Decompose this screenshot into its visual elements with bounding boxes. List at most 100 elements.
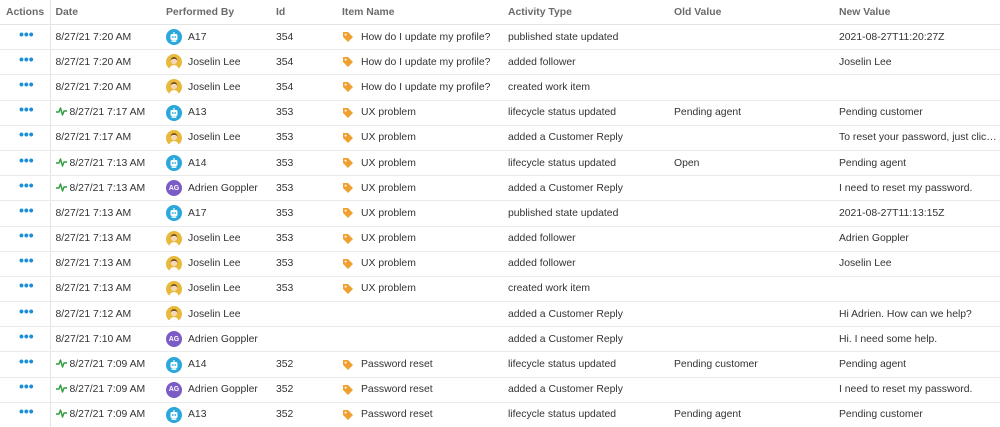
cell-date: 8/27/21 7:17 AM: [50, 125, 161, 151]
cell-activity-type: published state updated: [503, 24, 669, 51]
table-row[interactable]: ••• 8/27/21 7:13 AM A17 353 UX problem publis…: [0, 200, 1000, 227]
performer[interactable]: A17: [166, 205, 271, 222]
more-actions-icon[interactable]: •••: [19, 304, 34, 318]
table-row[interactable]: ••• 8/27/21 7:20 AM Joselin Lee 354 How do I…: [0, 74, 1000, 101]
work-item-link[interactable]: UX problem: [342, 107, 503, 119]
table-row[interactable]: ••• 8/27/21 7:17 AM A13 353 UX problem lifecy…: [0, 100, 1000, 126]
table-row[interactable]: ••• 8/27/21 7:13 AM AG Adrien Goppler 353 UX …: [0, 175, 1000, 202]
more-actions-icon[interactable]: •••: [19, 253, 34, 267]
more-actions-icon[interactable]: •••: [19, 153, 34, 167]
column-header-new-value[interactable]: New Value: [834, 0, 1000, 25]
work-item-link[interactable]: UX problem: [342, 233, 503, 245]
work-item-link[interactable]: UX problem: [342, 182, 503, 194]
performer-name: A17: [188, 31, 207, 43]
cell-new-value: Adrien Goppler: [834, 226, 1000, 252]
performer-name: Joselin Lee: [188, 308, 241, 320]
table-row[interactable]: ••• 8/27/21 7:20 AM Joselin Lee 354 How do I…: [0, 49, 1000, 76]
performer[interactable]: A14: [166, 155, 271, 172]
table-row[interactable]: ••• 8/27/21 7:10 AM AG Adrien Goppler added …: [0, 326, 1000, 353]
column-header-id[interactable]: Id: [271, 0, 337, 25]
date-text: 8/27/21 7:13 AM: [55, 283, 132, 295]
more-actions-icon[interactable]: •••: [19, 52, 34, 66]
table-row[interactable]: ••• 8/27/21 7:09 AM A13 352 Password reset li…: [0, 402, 1000, 427]
cell-performed-by: A13: [161, 100, 271, 126]
table-row[interactable]: ••• 8/27/21 7:13 AM Joselin Lee 353 UX probl…: [0, 226, 1000, 252]
work-item-link[interactable]: Password reset: [342, 409, 503, 421]
more-actions-icon[interactable]: •••: [19, 102, 34, 116]
cell-actions: •••: [0, 402, 51, 427]
table-row[interactable]: ••• 8/27/21 7:20 AM A17 354 How do I update …: [0, 24, 1000, 51]
performer[interactable]: A14: [166, 356, 271, 373]
work-item-link[interactable]: UX problem: [342, 132, 503, 144]
more-actions-icon[interactable]: •••: [19, 77, 34, 91]
cell-date: 8/27/21 7:10 AM: [50, 326, 161, 353]
performer[interactable]: Joselin Lee: [166, 280, 271, 297]
performer[interactable]: Joselin Lee: [166, 255, 271, 272]
table-row[interactable]: ••• 8/27/21 7:13 AM Joselin Lee 353 UX probl…: [0, 276, 1000, 303]
cell-performed-by: Joselin Lee: [161, 251, 271, 277]
more-actions-icon[interactable]: •••: [19, 379, 34, 393]
more-actions-icon[interactable]: •••: [19, 354, 34, 368]
cell-activity-type: added follower: [503, 226, 669, 252]
performer[interactable]: AG Adrien Goppler: [166, 331, 271, 348]
column-header-old-value[interactable]: Old Value: [669, 0, 834, 25]
more-actions-icon[interactable]: •••: [19, 278, 34, 292]
table-row[interactable]: ••• 8/27/21 7:17 AM Joselin Lee 353 UX probl…: [0, 125, 1000, 151]
work-item-link[interactable]: UX problem: [342, 258, 503, 270]
cell-new-value: Pending customer: [839, 409, 923, 421]
performer[interactable]: A13: [166, 406, 271, 423]
table-row[interactable]: ••• 8/27/21 7:13 AM A14 353 UX problem lifecy…: [0, 150, 1000, 177]
more-actions-icon[interactable]: •••: [19, 27, 34, 41]
date-text: 8/27/21 7:13 AM: [55, 258, 132, 270]
work-item-link[interactable]: UX problem: [342, 157, 503, 169]
cell-actions: •••: [0, 74, 51, 101]
work-item-link[interactable]: How do I update my profile?: [342, 81, 503, 93]
cell-activity-type: created work item: [503, 276, 669, 303]
performer[interactable]: AG Adrien Goppler: [166, 180, 271, 197]
work-item-link[interactable]: Password reset: [342, 384, 503, 396]
date-text: 8/27/21 7:17 AM: [69, 107, 146, 119]
cell-old-value: Pending agent: [669, 100, 834, 126]
more-actions-icon[interactable]: •••: [19, 329, 34, 343]
performer[interactable]: Joselin Lee: [166, 129, 271, 146]
performer[interactable]: Joselin Lee: [166, 79, 271, 96]
column-header-performed-by[interactable]: Performed By: [161, 0, 271, 25]
work-item-link[interactable]: Password reset: [342, 359, 503, 371]
performer[interactable]: Joselin Lee: [166, 306, 271, 323]
cell-new-value: I need to reset my password.: [834, 175, 1000, 202]
tag-icon: [343, 32, 353, 43]
table-row[interactable]: ••• 8/27/21 7:09 AM A14 352 Password reset li…: [0, 351, 1000, 378]
more-actions-icon[interactable]: •••: [19, 127, 34, 141]
performer[interactable]: AG Adrien Goppler: [166, 381, 271, 398]
more-actions-icon[interactable]: •••: [19, 228, 34, 242]
more-actions-icon[interactable]: •••: [19, 404, 34, 418]
more-actions-icon[interactable]: •••: [19, 203, 34, 217]
work-item-link[interactable]: How do I update my profile?: [342, 56, 503, 68]
work-item-link[interactable]: UX problem: [342, 207, 503, 219]
column-header-date[interactable]: Date: [50, 0, 161, 25]
table-row[interactable]: ••• 8/27/21 7:13 AM Joselin Lee 353 UX probl…: [0, 251, 1000, 277]
cell-actions: •••: [0, 351, 51, 378]
performer-name: Joselin Lee: [188, 258, 241, 270]
cell-performed-by: A17: [161, 200, 271, 227]
item-name-text: How do I update my profile?: [361, 56, 491, 68]
table-row[interactable]: ••• 8/27/21 7:09 AM AG Adrien Goppler 352 Pas…: [0, 377, 1000, 403]
column-header-activity-type[interactable]: Activity Type: [503, 0, 669, 25]
cell-item-name: How do I update my profile?: [337, 49, 503, 76]
cell-old-value: [669, 326, 834, 353]
cell-date: 8/27/21 7:13 AM: [50, 226, 161, 252]
performer[interactable]: A13: [166, 104, 271, 121]
column-header-actions[interactable]: Actions: [0, 0, 51, 25]
cell-old-value: [669, 301, 834, 328]
work-item-link[interactable]: How do I update my profile?: [342, 31, 503, 43]
column-header-item-name[interactable]: Item Name: [337, 0, 503, 25]
item-name-text: UX problem: [361, 283, 416, 295]
performer[interactable]: A17: [166, 29, 271, 46]
table-row[interactable]: ••• 8/27/21 7:12 AM Joselin Lee added a Cus…: [0, 301, 1000, 328]
performer[interactable]: Joselin Lee: [166, 54, 271, 71]
performer[interactable]: Joselin Lee: [166, 230, 271, 247]
activity-pulse-icon: [55, 384, 67, 393]
work-item-link[interactable]: UX problem: [342, 283, 503, 295]
cell-old-value: Pending customer: [669, 351, 834, 378]
more-actions-icon[interactable]: •••: [19, 178, 34, 192]
